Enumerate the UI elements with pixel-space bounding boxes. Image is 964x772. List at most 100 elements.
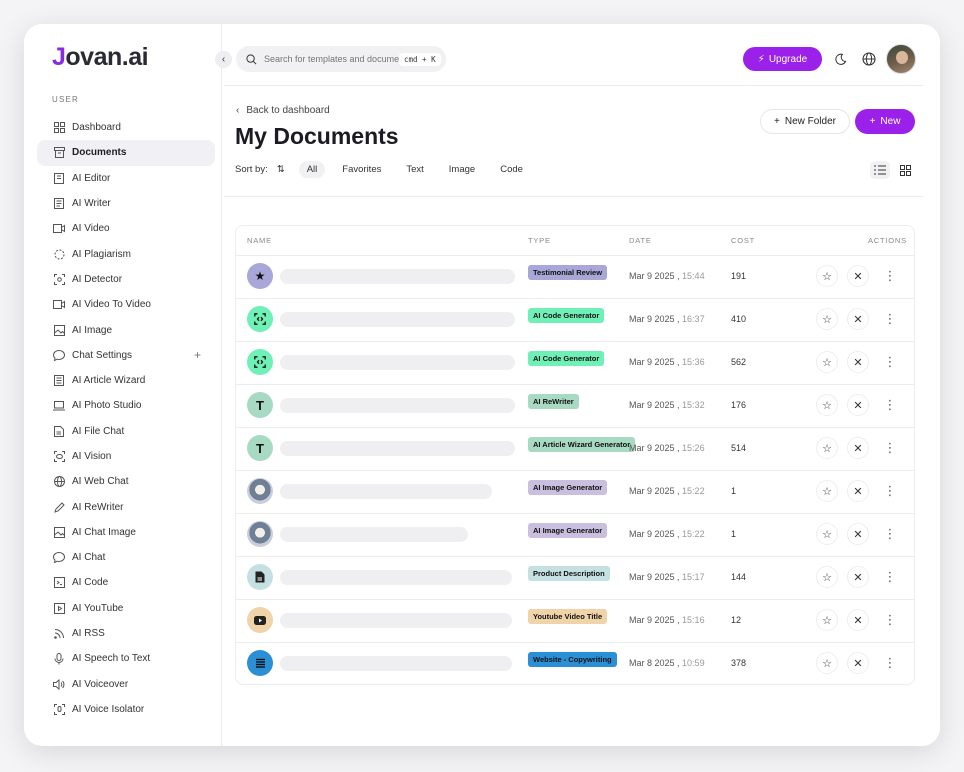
brand-logo[interactable]: Jovan.ai	[52, 43, 149, 72]
favorite-button[interactable]: ☆	[816, 523, 838, 545]
sidebar-item-ai-rewriter[interactable]: AI ReWriter	[37, 494, 215, 519]
sidebar-item-ai-video-to-video[interactable]: AI Video To Video	[37, 292, 215, 317]
delete-button[interactable]: ✕	[847, 652, 869, 674]
sidebar-item-ai-image[interactable]: AI Image	[37, 317, 215, 342]
document-name-placeholder[interactable]	[280, 484, 492, 499]
sidebar-item-ai-web-chat[interactable]: AI Web Chat	[37, 469, 215, 494]
sidebar-item-ai-code[interactable]: AI Code	[37, 570, 215, 595]
more-vertical-icon: ⋮	[883, 569, 897, 584]
column-header-type[interactable]: TYPE	[528, 236, 551, 245]
sidebar-item-ai-voice-isolator[interactable]: AI Voice Isolator	[37, 697, 215, 722]
document-name-placeholder[interactable]	[280, 656, 512, 671]
sidebar-item-chat-settings[interactable]: Chat Settings +	[37, 343, 215, 368]
delete-button[interactable]: ✕	[847, 437, 869, 459]
grid-view-toggle[interactable]	[895, 161, 915, 179]
more-options-button[interactable]: ⋮	[884, 437, 897, 459]
sidebar-item-ai-video[interactable]: AI Video	[37, 216, 215, 241]
more-options-button[interactable]: ⋮	[883, 566, 897, 588]
search-input[interactable]	[264, 54, 399, 64]
favorite-button[interactable]: ☆	[816, 351, 838, 373]
delete-button[interactable]: ✕	[847, 265, 869, 287]
collapse-sidebar-button[interactable]: ‹	[215, 51, 232, 68]
new-folder-button[interactable]: + New Folder	[760, 109, 850, 134]
search-bar[interactable]: cmd + K	[236, 46, 446, 72]
sidebar-item-documents[interactable]: Documents	[37, 140, 215, 166]
more-options-button[interactable]: ⋮	[884, 394, 897, 416]
more-options-button[interactable]: ⋮	[884, 652, 897, 674]
filter-tab-text[interactable]: Text	[398, 161, 431, 178]
favorite-button[interactable]: ☆	[816, 308, 838, 330]
sidebar-item-ai-writer[interactable]: AI Writer	[37, 191, 215, 216]
favorite-button[interactable]: ☆	[816, 437, 838, 459]
favorite-button[interactable]: ☆	[816, 652, 838, 674]
delete-button[interactable]: ✕	[847, 609, 869, 631]
document-name-placeholder[interactable]	[280, 269, 515, 284]
document-name-placeholder[interactable]	[280, 312, 515, 327]
document-name-placeholder[interactable]	[280, 527, 468, 542]
back-to-dashboard-link[interactable]: ‹ Back to dashboard	[236, 105, 330, 116]
favorite-button[interactable]: ☆	[816, 480, 838, 502]
sidebar-item-ai-editor[interactable]: AI Editor	[37, 166, 215, 191]
more-options-button[interactable]: ⋮	[884, 609, 897, 631]
more-options-button[interactable]: ⋮	[884, 480, 897, 502]
sidebar-item-ai-rss[interactable]: AI RSS	[37, 621, 215, 646]
language-button[interactable]	[861, 51, 877, 67]
new-document-button[interactable]: + New	[855, 109, 915, 134]
sidebar-item-ai-article-wizard[interactable]: AI Article Wizard	[37, 368, 215, 393]
user-avatar[interactable]	[886, 44, 916, 74]
table-row[interactable]: ★ Testimonial Review Mar 9 2025 , 15:44 191…	[236, 256, 914, 299]
delete-button[interactable]: ✕	[847, 480, 869, 502]
more-options-button[interactable]: ⋮	[884, 308, 897, 330]
sidebar-item-ai-chat[interactable]: AI Chat	[37, 545, 215, 570]
table-row[interactable]: AI Image Generator Mar 9 2025 , 15:22 1 ☆ ✕ ⋮	[236, 471, 914, 514]
delete-button[interactable]: ✕	[847, 308, 869, 330]
sidebar-item-ai-detector[interactable]: AI Detector	[37, 267, 215, 292]
sidebar-item-ai-speech-to-text[interactable]: AI Speech to Text	[37, 646, 215, 671]
sidebar-item-ai-voiceover[interactable]: AI Voiceover	[37, 672, 215, 697]
table-row[interactable]: AI Code Generator Mar 9 2025 , 15:36 562 ☆ ✕…	[236, 342, 914, 385]
upgrade-button[interactable]: ⚡ Upgrade	[743, 47, 822, 71]
table-row[interactable]: T AI ReWriter Mar 9 2025 , 15:32 176 ☆ ✕ ⋮	[236, 385, 914, 428]
favorite-button[interactable]: ☆	[816, 566, 838, 588]
plus-icon[interactable]: +	[194, 348, 201, 362]
delete-button[interactable]: ✕	[847, 351, 869, 373]
favorite-button[interactable]: ☆	[816, 265, 838, 287]
table-row[interactable]: AI Code Generator Mar 9 2025 , 16:37 410 ☆ ✕…	[236, 299, 914, 342]
document-name-placeholder[interactable]	[280, 355, 515, 370]
document-name-placeholder[interactable]	[280, 398, 515, 413]
document-name-placeholder[interactable]	[280, 570, 512, 585]
sidebar-item-ai-plagiarism[interactable]: AI Plagiarism	[37, 241, 215, 266]
column-header-name[interactable]: NAME	[247, 236, 272, 245]
list-view-toggle[interactable]	[870, 161, 890, 179]
table-row[interactable]: Product Description Mar 9 2025 , 15:17 144…	[236, 557, 914, 600]
table-row[interactable]: Youtube Video Title Mar 9 2025 , 15:16 12 ☆…	[236, 600, 914, 643]
filter-tab-image[interactable]: Image	[441, 161, 483, 178]
column-header-cost[interactable]: COST	[731, 236, 755, 245]
filter-tab-favorites[interactable]: Favorites	[334, 161, 389, 178]
favorite-button[interactable]: ☆	[816, 609, 838, 631]
dark-mode-toggle[interactable]	[832, 51, 848, 67]
more-options-button[interactable]: ⋮	[884, 351, 897, 373]
sidebar-item-ai-youtube[interactable]: AI YouTube	[37, 596, 215, 621]
delete-button[interactable]: ✕	[847, 394, 869, 416]
table-row[interactable]: AI Image Generator Mar 9 2025 , 15:22 1 ☆ ✕ ⋮	[236, 514, 914, 557]
document-name-placeholder[interactable]	[280, 613, 512, 628]
table-row[interactable]: T AI Article Wizard Generator Mar 9 2025 ,…	[236, 428, 914, 471]
favorite-button[interactable]: ☆	[816, 394, 838, 416]
sidebar-item-ai-vision[interactable]: AI Vision	[37, 444, 215, 469]
sort-icon[interactable]: ⇅	[277, 164, 285, 175]
sidebar-item-ai-file-chat[interactable]: AI File Chat	[37, 419, 215, 444]
table-row[interactable]: Website - Copywriting Mar 8 2025 , 10:59 3…	[236, 643, 914, 686]
more-options-button[interactable]: ⋮	[884, 265, 897, 287]
sidebar-item-ai-photo-studio[interactable]: AI Photo Studio	[37, 393, 215, 418]
filter-tab-all[interactable]: All	[298, 161, 326, 178]
sidebar-item-dashboard[interactable]: Dashboard	[37, 115, 215, 140]
more-options-button[interactable]: ⋮	[884, 523, 897, 545]
filter-tab-code[interactable]: Code	[492, 161, 531, 178]
close-icon: ✕	[853, 313, 863, 326]
document-name-placeholder[interactable]	[280, 441, 515, 456]
delete-button[interactable]: ✕	[847, 566, 869, 588]
delete-button[interactable]: ✕	[847, 523, 869, 545]
column-header-date[interactable]: DATE	[629, 236, 652, 245]
sidebar-item-ai-chat-image[interactable]: AI Chat Image	[37, 520, 215, 545]
